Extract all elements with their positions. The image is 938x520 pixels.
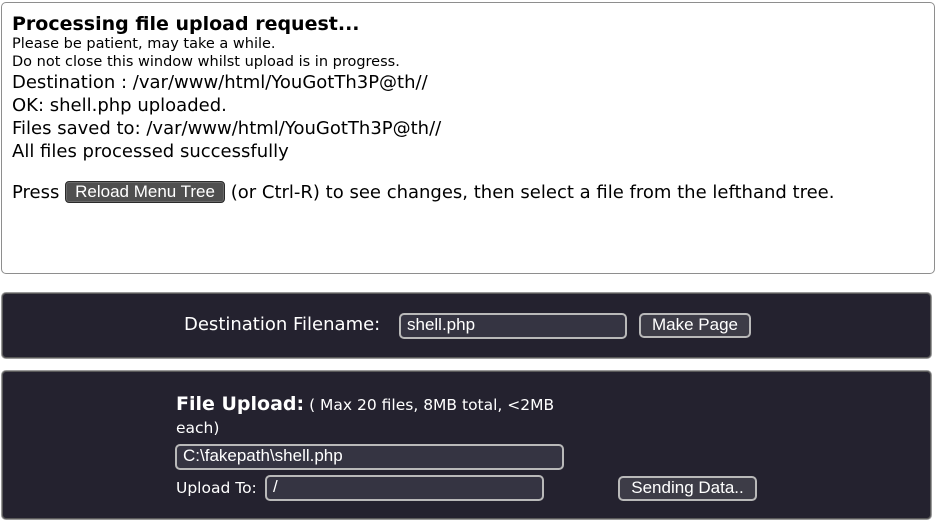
press-suffix: (or Ctrl-R) to see changes, then select … bbox=[230, 182, 835, 203]
all-processed-line: All files processed successfully bbox=[12, 141, 289, 162]
do-not-close-note: Do not close this window whilst upload i… bbox=[12, 54, 400, 70]
file-chooser-input[interactable]: C:\fakepath\shell.php bbox=[175, 444, 564, 470]
file-upload-heading: File Upload: ( Max 20 files, 8MB total, … bbox=[176, 393, 576, 440]
destination-panel: Destination Filename: shell.php Make Pag… bbox=[1, 292, 932, 359]
upload-status-panel: Processing file upload request... Please… bbox=[1, 2, 935, 274]
upload-to-input[interactable]: / bbox=[265, 475, 544, 501]
destination-filename-input[interactable]: shell.php bbox=[399, 313, 627, 339]
reload-instruction: Press Reload Menu Tree (or Ctrl-R) to se… bbox=[12, 179, 924, 207]
file-upload-title: File Upload: bbox=[176, 393, 305, 415]
upload-to-label: Upload To: bbox=[176, 479, 257, 497]
file-upload-panel: File Upload: ( Max 20 files, 8MB total, … bbox=[1, 370, 932, 520]
sending-data-button[interactable]: Sending Data.. bbox=[618, 476, 757, 501]
status-title: Processing file upload request... bbox=[12, 13, 360, 35]
destination-line: Destination : /var/www/html/YouGotTh3P@t… bbox=[12, 72, 428, 93]
press-prefix: Press bbox=[12, 182, 60, 203]
ok-message: OK: shell.php uploaded. bbox=[12, 95, 227, 116]
make-page-button[interactable]: Make Page bbox=[639, 313, 751, 338]
patience-note: Please be patient, may take a while. bbox=[12, 36, 276, 52]
destination-filename-label: Destination Filename: bbox=[184, 314, 381, 335]
reload-menu-tree-button[interactable]: Reload Menu Tree bbox=[65, 181, 225, 203]
files-saved-line: Files saved to: /var/www/html/YouGotTh3P… bbox=[12, 118, 442, 139]
